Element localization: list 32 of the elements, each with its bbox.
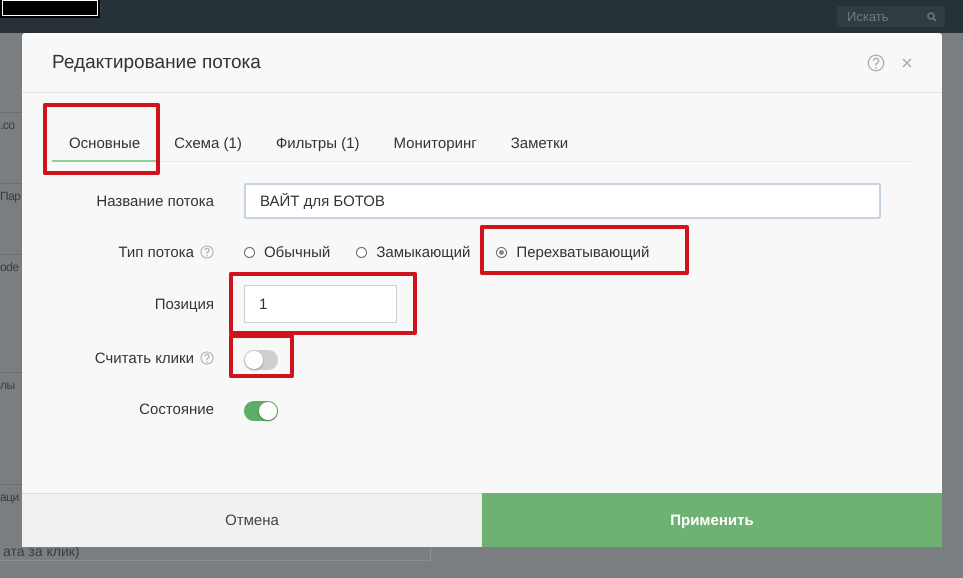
tab[interactable]: Фильтры (1) <box>258 126 377 162</box>
dialog-title: Редактирование потока <box>52 52 262 74</box>
radio-option[interactable]: Замыкающий <box>356 244 470 260</box>
field-label: Считать клики <box>94 350 194 366</box>
field-label: Название потока <box>96 192 214 210</box>
toggle-switch[interactable] <box>244 350 278 370</box>
field-label: Состояние <box>139 400 214 418</box>
toggle-switch[interactable] <box>244 401 278 421</box>
page-text: лы <box>0 377 15 394</box>
field-label: Позиция <box>154 296 214 312</box>
page-text: .co <box>0 117 15 134</box>
radio-button[interactable] <box>244 246 255 258</box>
tab[interactable]: Заметки <box>494 126 586 162</box>
search-icon[interactable] <box>927 12 937 22</box>
page-text: аци <box>0 489 19 506</box>
cancel-button[interactable]: Отмена <box>22 493 482 547</box>
tab[interactable]: Мониторинг <box>376 126 494 162</box>
close-icon[interactable] <box>902 58 912 68</box>
tab[interactable]: Схема (1) <box>157 126 259 162</box>
radio-option[interactable]: Обычный <box>244 244 330 260</box>
position-input[interactable]: 1 <box>244 285 397 323</box>
search-field[interactable]: Искать <box>837 6 945 27</box>
tab[interactable]: Основные <box>52 126 158 162</box>
radio-option[interactable]: Перехватывающий <box>496 244 650 260</box>
page-text: ode <box>0 259 19 276</box>
radio-button[interactable] <box>496 246 508 258</box>
radio-button[interactable] <box>356 246 368 258</box>
help-icon[interactable] <box>867 54 885 72</box>
help-icon[interactable] <box>200 351 214 365</box>
help-icon[interactable] <box>200 245 214 259</box>
page-text: Пар <box>0 188 20 205</box>
field-label: Тип потока <box>118 244 194 260</box>
